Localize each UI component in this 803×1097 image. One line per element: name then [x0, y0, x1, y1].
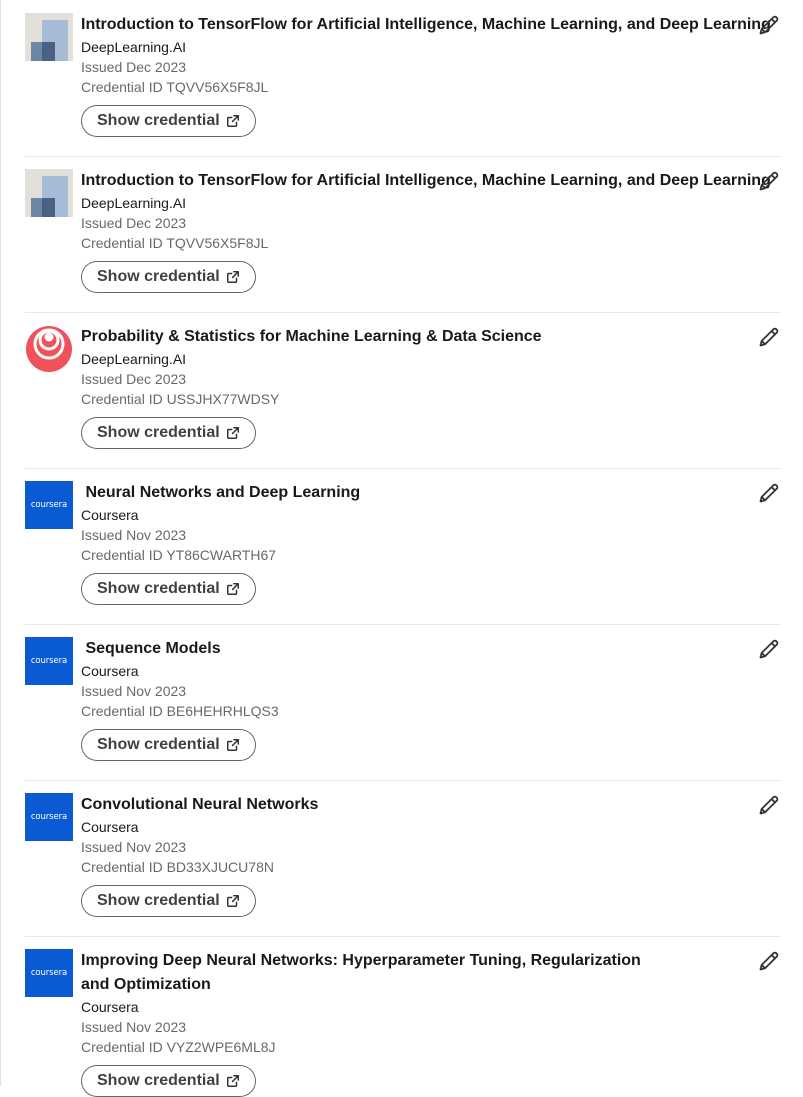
tensorflow-logo[interactable] [25, 13, 73, 61]
coursera-logo[interactable]: coursera [25, 793, 73, 841]
list-item: Introduction to TensorFlow for Artificia… [25, 0, 781, 156]
license-issuer: DeepLearning.AI [81, 195, 187, 211]
show-credential-button[interactable]: Show credential [81, 573, 256, 605]
list-item: coursera Neural Networks and Deep Learni… [25, 468, 781, 624]
credential-id: Credential ID BE6HEHRHLQS3 [81, 703, 279, 719]
coursera-logo-text: coursera [30, 656, 68, 666]
coursera-logo-text: coursera [30, 968, 68, 978]
list-item: coursera Sequence Models Coursera Issued… [25, 624, 781, 780]
license-title[interactable]: Neural Networks and Deep Learning [81, 481, 781, 505]
license-issuer: Coursera [81, 663, 139, 679]
edit-pencil-icon[interactable] [757, 13, 781, 37]
credential-id: Credential ID TQVV56X5F8JL [81, 79, 269, 95]
credential-id: Credential ID BD33XJUCU78N [81, 859, 274, 875]
tensorflow-logo[interactable] [25, 169, 73, 217]
issue-date: Issued Dec 2023 [81, 371, 187, 387]
coursera-logo-text: coursera [30, 500, 68, 510]
external-link-icon [226, 583, 239, 595]
show-credential-label: Show credential [97, 892, 220, 909]
external-link-icon [226, 895, 239, 907]
show-credential-button[interactable]: Show credential [81, 261, 256, 293]
external-link-icon [226, 271, 239, 283]
external-link-icon [226, 115, 239, 127]
license-issuer: Coursera [81, 507, 139, 523]
issue-date: Issued Dec 2023 [81, 215, 187, 231]
deeplearning-ai-logo[interactable] [25, 325, 73, 373]
license-title[interactable]: Probability & Statistics for Machine Lea… [81, 325, 781, 349]
list-item: coursera Improving Deep Neural Networks:… [25, 936, 781, 1097]
edit-pencil-icon[interactable] [757, 481, 781, 505]
license-title[interactable]: Sequence Models [81, 637, 781, 661]
edit-pencil-icon[interactable] [757, 637, 781, 661]
show-credential-button[interactable]: Show credential [81, 105, 256, 137]
left-border [0, 0, 1, 1086]
edit-pencil-icon[interactable] [757, 325, 781, 349]
credential-id: Credential ID YT86CWARTH67 [81, 547, 277, 563]
show-credential-label: Show credential [97, 1072, 220, 1089]
edit-pencil-icon[interactable] [757, 949, 781, 973]
credential-id: Credential ID TQVV56X5F8JL [81, 235, 269, 251]
coursera-logo[interactable]: coursera [25, 637, 73, 685]
external-link-icon [226, 427, 239, 439]
list-item: Probability & Statistics for Machine Lea… [25, 312, 781, 468]
credential-id: Credential ID VYZ2WPE6ML8J [81, 1039, 276, 1055]
show-credential-button[interactable]: Show credential [81, 417, 256, 449]
external-link-icon [226, 739, 239, 751]
license-issuer: DeepLearning.AI [81, 39, 187, 55]
licenses-list: Introduction to TensorFlow for Artificia… [25, 0, 781, 1097]
license-issuer: DeepLearning.AI [81, 351, 187, 367]
license-issuer: Coursera [81, 819, 139, 835]
license-title[interactable]: Introduction to TensorFlow for Artificia… [81, 13, 781, 37]
show-credential-button[interactable]: Show credential [81, 729, 256, 761]
license-title[interactable]: Improving Deep Neural Networks: Hyperpar… [81, 949, 671, 997]
edit-pencil-icon[interactable] [757, 793, 781, 817]
coursera-logo[interactable]: coursera [25, 481, 73, 529]
license-title[interactable]: Convolutional Neural Networks [81, 793, 781, 817]
coursera-logo[interactable]: coursera [25, 949, 73, 997]
show-credential-label: Show credential [97, 112, 220, 129]
coursera-logo-text: coursera [30, 812, 68, 822]
issue-date: Issued Nov 2023 [81, 683, 187, 699]
license-issuer: Coursera [81, 999, 139, 1015]
license-title[interactable]: Introduction to TensorFlow for Artificia… [81, 169, 781, 193]
show-credential-button[interactable]: Show credential [81, 885, 256, 917]
list-item: coursera Convolutional Neural Networks C… [25, 780, 781, 936]
issue-date: Issued Nov 2023 [81, 1019, 187, 1035]
show-credential-label: Show credential [97, 424, 220, 441]
show-credential-button[interactable]: Show credential [81, 1065, 256, 1097]
issue-date: Issued Nov 2023 [81, 839, 187, 855]
show-credential-label: Show credential [97, 580, 220, 597]
edit-pencil-icon[interactable] [757, 169, 781, 193]
credential-id: Credential ID USSJHX77WDSY [81, 391, 280, 407]
deeplearning-ai-logo-graphic [26, 326, 72, 372]
issue-date: Issued Nov 2023 [81, 527, 187, 543]
issue-date: Issued Dec 2023 [81, 59, 187, 75]
show-credential-label: Show credential [97, 268, 220, 285]
list-item: Introduction to TensorFlow for Artificia… [25, 156, 781, 312]
show-credential-label: Show credential [97, 736, 220, 753]
